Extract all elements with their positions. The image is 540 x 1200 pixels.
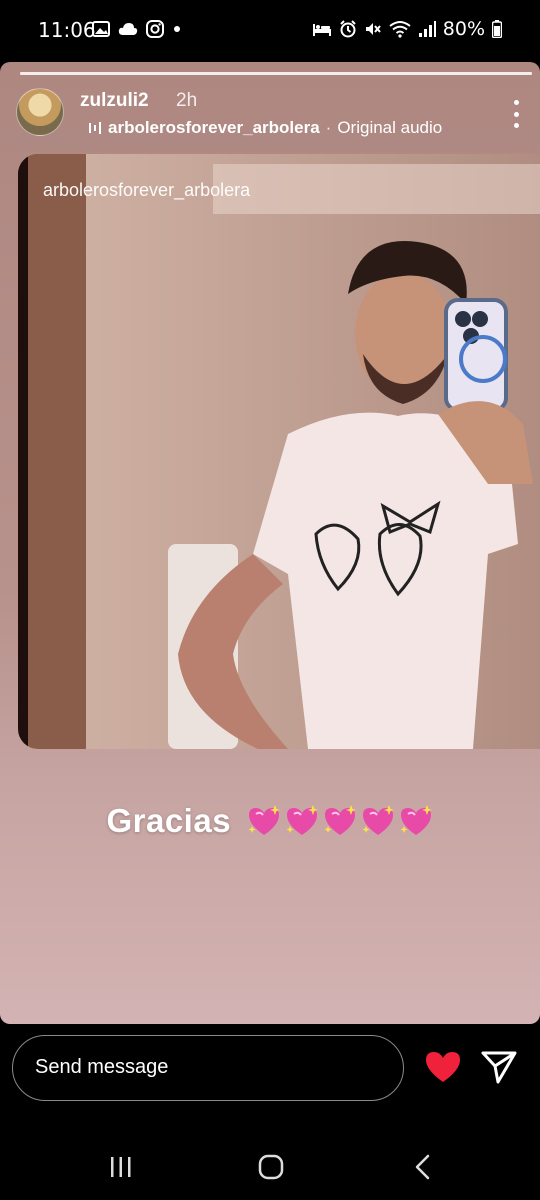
status-bar: 11:06 80%	[0, 0, 540, 62]
audio-owner[interactable]: arbolerosforever_arbolera	[108, 118, 320, 138]
username[interactable]: zulzuli2	[80, 90, 149, 112]
sparkling-heart-emoji	[362, 805, 394, 835]
story-progress-bar	[20, 72, 532, 75]
recents-icon[interactable]	[108, 1156, 134, 1178]
alarm-icon	[340, 20, 356, 38]
reel-video-frame	[18, 154, 540, 749]
post-time: 2h	[176, 90, 198, 111]
cloud-icon	[118, 23, 138, 35]
progress-segment	[20, 72, 532, 75]
avatar[interactable]	[16, 88, 64, 136]
audio-label[interactable]: Original audio	[337, 118, 442, 138]
like-heart-icon[interactable]	[424, 1050, 462, 1084]
send-icon[interactable]	[480, 1048, 518, 1086]
status-right-icons: 80%	[312, 18, 502, 40]
audio-waveform-icon	[89, 122, 101, 134]
shared-reel-media[interactable]: arbolerosforever_arbolera	[18, 154, 540, 749]
send-message-placeholder: Send message	[35, 1056, 169, 1078]
bed-icon	[312, 24, 331, 36]
more-options-icon[interactable]	[512, 100, 520, 128]
status-left-icons	[92, 20, 182, 38]
sparkling-heart-emoji	[400, 805, 432, 835]
media-watermark: arbolerosforever_arbolera	[43, 180, 251, 200]
story-caption: Gracias	[0, 802, 540, 840]
sparkling-heart-emoji	[324, 805, 356, 835]
sparkling-heart-emoji	[248, 805, 280, 835]
back-icon[interactable]	[412, 1154, 434, 1180]
home-icon[interactable]	[258, 1154, 284, 1180]
mute-icon	[365, 23, 381, 35]
status-time: 11:06	[38, 18, 96, 42]
instagram-icon	[146, 20, 164, 38]
battery-icon	[492, 20, 502, 38]
gallery-icon	[92, 21, 110, 37]
story-header: zulzuli2 2h arbolerosforever_arbolera · …	[16, 88, 526, 138]
signal-icon	[418, 21, 436, 37]
wifi-icon	[389, 21, 411, 38]
sparkling-heart-emoji	[286, 805, 318, 835]
story-view[interactable]: zulzuli2 2h arbolerosforever_arbolera · …	[0, 62, 540, 1024]
send-message-input[interactable]: Send message	[12, 1035, 404, 1101]
audio-separator: ·	[325, 118, 332, 137]
system-nav-bar	[0, 1130, 540, 1200]
audio-attribution[interactable]: arbolerosforever_arbolera · Original aud…	[88, 118, 442, 138]
battery-percent: 80%	[442, 18, 485, 40]
sparkling-hearts	[246, 804, 434, 838]
dot-icon	[174, 26, 180, 32]
caption-text: Gracias	[106, 802, 232, 839]
